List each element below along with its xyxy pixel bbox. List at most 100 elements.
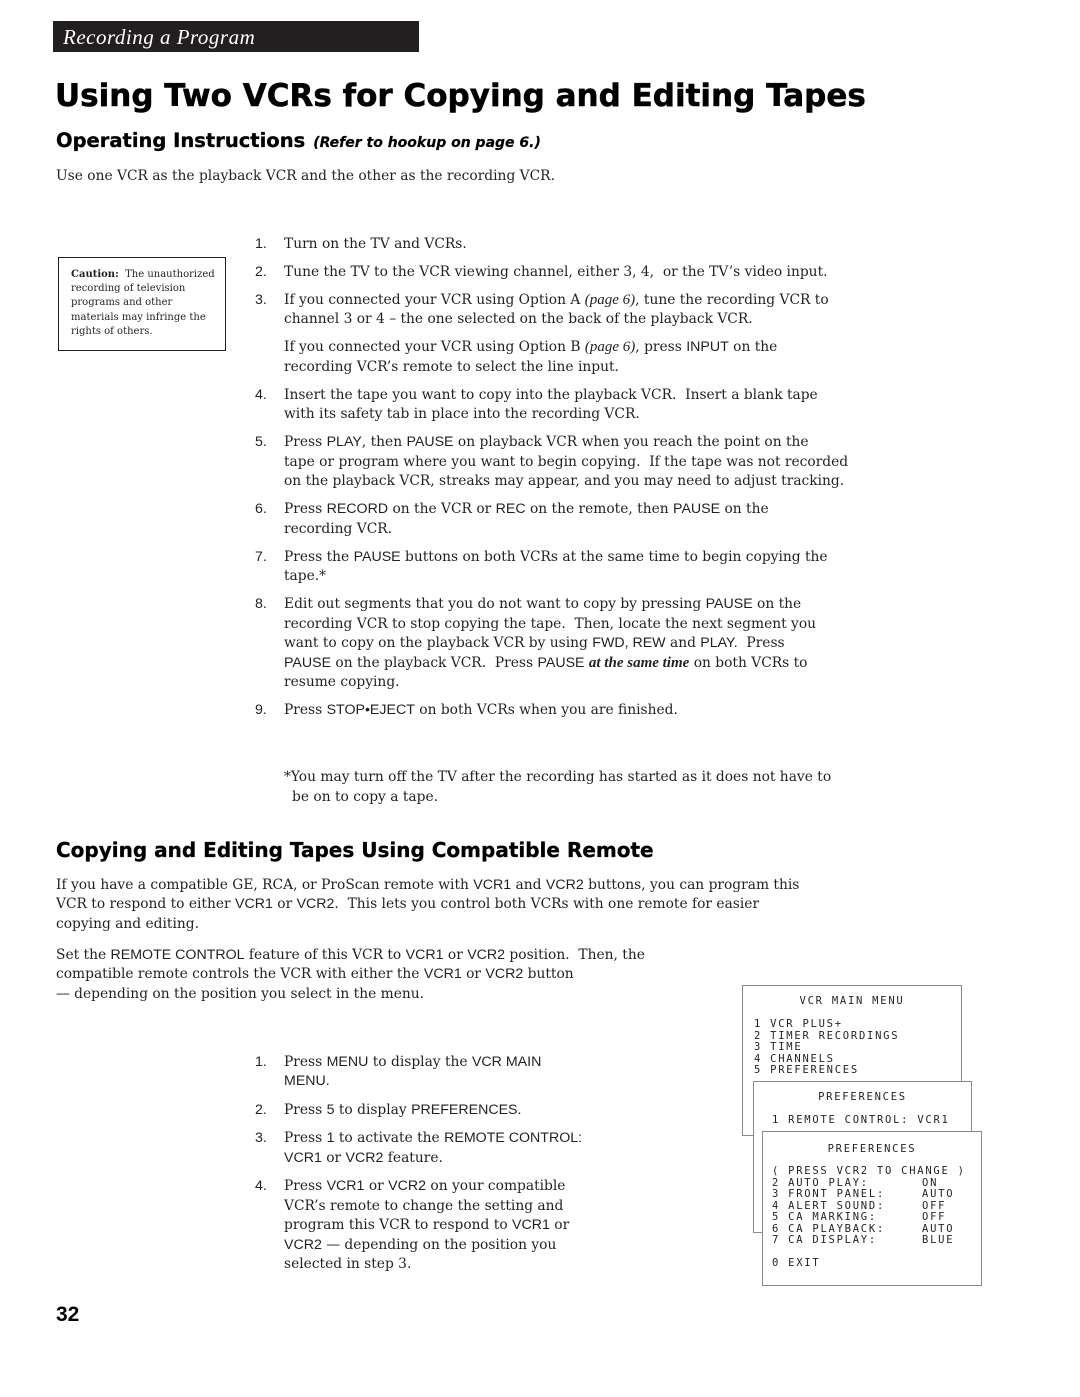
menu-item-number: 4 xyxy=(754,1052,763,1065)
button-name: FWD, REW xyxy=(592,635,666,651)
button-name: VCR2 xyxy=(545,876,584,893)
remote-intro-paragraph: If you have a compatible GE, RCA, or Pro… xyxy=(56,876,799,935)
text-run: or xyxy=(321,1149,346,1166)
menu-item-label: VCR PLUS+ xyxy=(770,1018,843,1031)
text-run: Press xyxy=(284,1101,327,1118)
button-name: VCR2 xyxy=(467,946,506,963)
text-run: Tune the TV to the VCR viewing channel, … xyxy=(284,263,828,280)
step-item: 4. Press VCR1 or VCR2 on your compatible … xyxy=(255,1177,582,1275)
step-item: 5. Press PLAY, then PAUSE on playback VCR… xyxy=(255,433,848,492)
menu-item-label: ALERT SOUND: xyxy=(788,1199,886,1212)
button-name: PLAY xyxy=(326,434,362,450)
text-run: on the VCR or xyxy=(388,501,496,517)
menu-item-label: AUTO PLAY: xyxy=(788,1176,869,1189)
step-paragraph: Press VCR1 or VCR2 on your compatible VC… xyxy=(284,1177,569,1275)
preferences-menu-screen-2: PREFERENCES ( PRESS VCR2 TO CHANGE ) 2 A… xyxy=(762,1131,982,1286)
menu-item-number: 1 xyxy=(754,1018,763,1031)
button-name: VCR1 xyxy=(423,966,462,982)
menu-item-ca-display: 7 CA DISPLAY: BLUE xyxy=(772,1235,981,1247)
text-run: Press xyxy=(284,501,327,517)
step-item: 3. Press 1 to activate the REMOTE CONTROL… xyxy=(255,1129,582,1168)
step-body: Press STOP•EJECT on both VCRs when you a… xyxy=(284,701,678,721)
step-body: Edit out segments that you do not want t… xyxy=(284,595,816,693)
menu-item-number: 3 xyxy=(754,1041,763,1054)
menu-item-label: CA PLAYBACK: xyxy=(788,1222,886,1235)
text-run: , then xyxy=(361,434,407,450)
button-name: STOP•EJECT xyxy=(326,702,415,718)
step-item: 1. Turn on the TV and VCRs. xyxy=(255,235,848,255)
text-run: If you connected your VCR using Option B xyxy=(284,339,585,355)
step-paragraph: Press PLAY, then PAUSE on playback VCR w… xyxy=(284,433,848,492)
step-paragraph: Press 5 to display PREFERENCES. xyxy=(284,1101,521,1121)
button-name: VCR1 xyxy=(473,876,512,893)
text-run: and xyxy=(665,635,701,651)
step-paragraph: Edit out segments that you do not want t… xyxy=(284,595,816,693)
text-run: Edit out segments that you do not want t… xyxy=(284,596,706,612)
text-run: If you connected your VCR using Option A xyxy=(284,291,585,308)
text-run: or xyxy=(443,946,468,963)
text-run: to display the xyxy=(368,1053,472,1070)
text-run: Press xyxy=(284,1178,327,1194)
button-name: PAUSE xyxy=(284,654,332,671)
menu-item-label-group: 7 CA DISPLAY: xyxy=(772,1235,922,1247)
step-number: 3. xyxy=(255,291,267,308)
menu-item-label: TIME xyxy=(770,1041,803,1054)
step-item: 4. Insert the tape you want to copy into … xyxy=(255,386,848,425)
text-run: Turn on the TV and VCRs. xyxy=(284,235,467,252)
menu-title: PREFERENCES xyxy=(827,1143,917,1156)
button-name: VCR1 xyxy=(326,1178,365,1194)
button-name: PAUSE xyxy=(406,434,454,450)
text-run: or xyxy=(461,966,486,982)
text-run: Press xyxy=(284,1053,327,1070)
button-name: MENU xyxy=(326,1053,369,1070)
step-body: If you connected your VCR using Option A… xyxy=(284,291,829,378)
step-list: 1. Press MENU to display the VCR MAIN MEN… xyxy=(255,1053,582,1275)
step-body: Tune the TV to the VCR viewing channel, … xyxy=(284,263,828,283)
step-item: 2. Press 5 to display PREFERENCES. xyxy=(255,1101,582,1121)
section-heading-operating-instructions: Operating Instructions (Refer to hookup o… xyxy=(56,130,541,154)
menu-item-list: 1 REMOTE CONTROL: VCR1 xyxy=(772,1115,971,1127)
text-run: on the playback VCR. Press xyxy=(331,654,538,671)
text-run: feature. xyxy=(383,1149,443,1166)
step-number: 2. xyxy=(255,263,267,280)
step-paragraph: Press 1 to activate the REMOTE CONTROL: … xyxy=(284,1129,582,1168)
section-heading-compatible-remote: Copying and Editing Tapes Using Compatib… xyxy=(56,838,654,862)
menu-item-value: VCR1 xyxy=(917,1114,950,1127)
text-run: or xyxy=(364,1178,389,1194)
step-paragraph: Insert the tape you want to copy into th… xyxy=(284,386,818,425)
text-run: to display xyxy=(334,1101,412,1118)
bold-label: Caution: xyxy=(71,269,119,280)
button-name: VCR1 xyxy=(405,946,444,963)
menu-item-number: 5 xyxy=(754,1064,763,1077)
step-item: 8. Edit out segments that you do not want… xyxy=(255,595,848,693)
menu-item-exit: 0 EXIT xyxy=(772,1256,981,1270)
footnote: *You may turn off the TV after the recor… xyxy=(284,769,832,805)
remote-steps: 1. Press MENU to display the VCR MAIN MEN… xyxy=(255,1014,582,1323)
page-reference: (page 6) xyxy=(584,291,636,308)
menu-item-label: FRONT PANEL: xyxy=(788,1188,886,1201)
menu-item-number: 2 xyxy=(754,1029,763,1042)
text-run: to activate the xyxy=(334,1130,445,1146)
step-body: Turn on the TV and VCRs. xyxy=(284,235,467,255)
step-number: 1. xyxy=(255,1053,267,1070)
menu-item-number: 2 xyxy=(772,1176,781,1189)
step-body: Insert the tape you want to copy into th… xyxy=(284,386,818,425)
caution-box: Caution: The unauthorized recording of t… xyxy=(58,257,226,351)
menu-item-number: 0 xyxy=(772,1256,781,1269)
operating-steps: 1. Turn on the TV and VCRs. 2. Tune the TV … xyxy=(255,196,848,847)
text-run: Press xyxy=(746,635,785,651)
button-name: PLAY. xyxy=(700,635,738,651)
step-number: 8. xyxy=(255,596,267,612)
button-name: PAUSE xyxy=(537,654,585,671)
menu-item-number: 7 xyxy=(772,1234,781,1247)
page-number: 32 xyxy=(56,1303,80,1326)
text-run: If you have a compatible GE, RCA, or Pro… xyxy=(56,876,474,893)
text-run: Insert the tape you want to copy into th… xyxy=(284,386,818,423)
step-number: 9. xyxy=(255,702,267,718)
menu-title: PREFERENCES xyxy=(818,1091,907,1104)
step-body: Press MENU to display the VCR MAIN MENU. xyxy=(284,1053,541,1092)
menu-item-number: 3 xyxy=(772,1188,781,1201)
step-item: 9. Press STOP•EJECT on both VCRs when you… xyxy=(255,701,848,721)
button-name: PAUSE xyxy=(673,501,721,517)
text-run: on both VCRs when you are finished. xyxy=(414,702,678,718)
